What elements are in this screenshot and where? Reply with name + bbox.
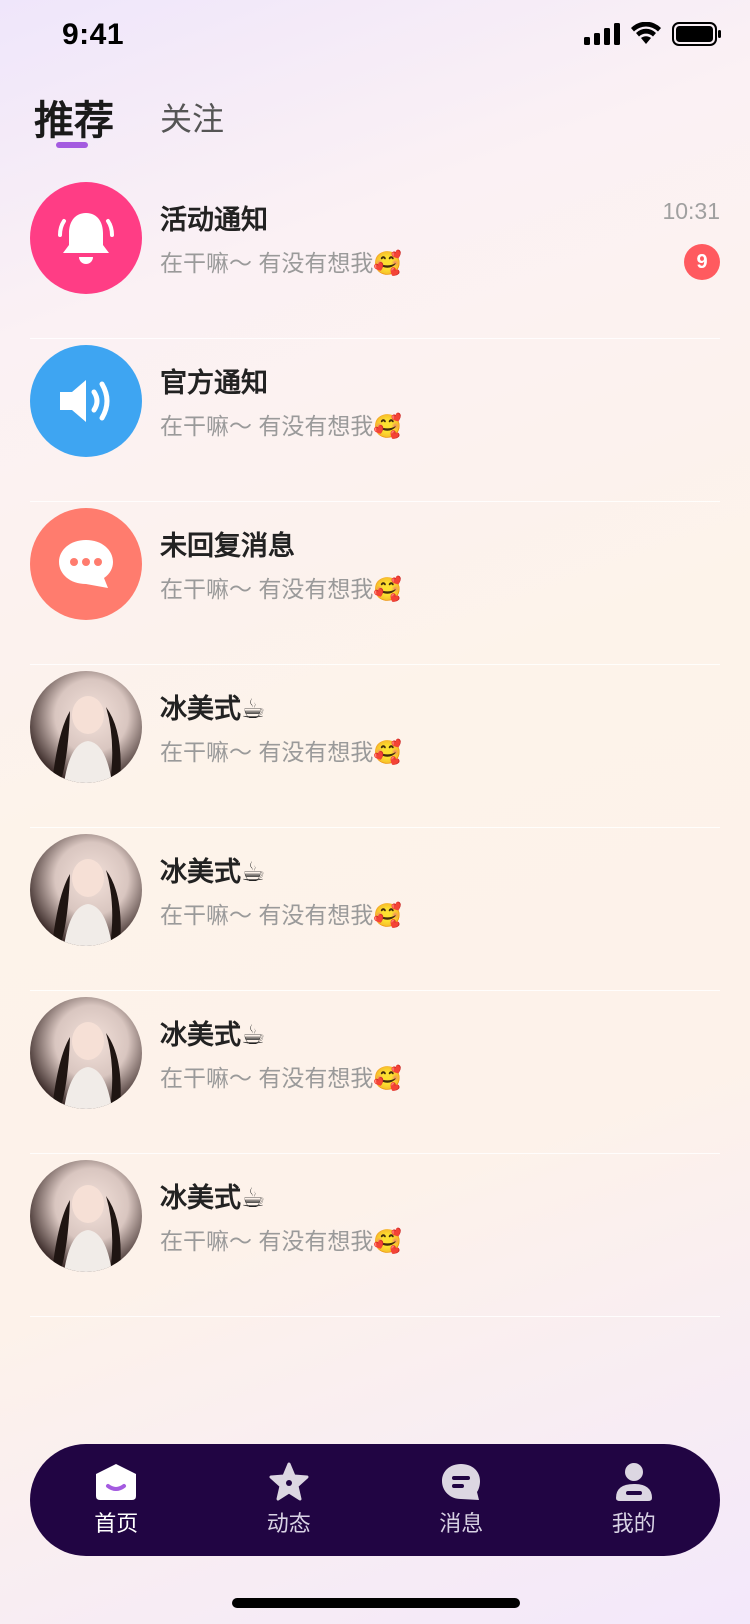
cellular-signal-icon [584,23,620,45]
list-item[interactable]: 活动通知 在干嘛～ 有没有想我🥰 10:31 9 [30,176,720,339]
nav-item-profile[interactable]: 我的 [574,1462,694,1538]
nav-item-moments[interactable]: 动态 [229,1462,349,1538]
message-icon [442,1464,481,1500]
conversation-preview: 在干嘛～ 有没有想我🥰 [160,576,403,602]
user-avatar [30,834,142,946]
conversation-preview: 在干嘛～ 有没有想我🥰 [160,1065,403,1091]
nav-item-messages[interactable]: 消息 [401,1462,521,1538]
conversation-title: 未回复消息 [160,531,295,561]
status-bar: 9:41 [0,0,750,80]
bell-icon [30,182,142,294]
nav-label: 消息 [439,1511,484,1536]
conversation-preview: 在干嘛～ 有没有想我🥰 [160,1228,403,1254]
conversation-preview: 在干嘛～ 有没有想我🥰 [160,250,403,276]
conversation-preview: 在干嘛～ 有没有想我🥰 [160,413,403,439]
chat-bubble-icon [30,508,142,620]
status-icons [584,22,722,46]
conversation-preview: 在干嘛～ 有没有想我🥰 [160,739,403,765]
nav-label: 动态 [266,1511,311,1536]
list-item[interactable]: 未回复消息 在干嘛～ 有没有想我🥰 [30,502,720,665]
status-time: 9:41 [62,18,125,51]
conversation-title: 冰美式☕ [160,857,266,887]
conversation-preview: 在干嘛～ 有没有想我🥰 [160,902,403,928]
list-item[interactable]: 官方通知 在干嘛～ 有没有想我🥰 [30,339,720,502]
tab-recommend[interactable]: 推荐 [34,88,114,146]
conversation-time: 10:31 [662,198,720,224]
nav-label: 首页 [94,1511,139,1536]
conversation-title: 冰美式☕ [160,1183,266,1213]
conversation-title: 冰美式☕ [160,694,266,724]
nav-label: 我的 [611,1511,656,1536]
conversation-list: 活动通知 在干嘛～ 有没有想我🥰 10:31 9 官方通知 在干嘛～ 有没有想我… [30,176,720,1317]
star-icon [269,1462,309,1501]
profile-icon [615,1463,652,1501]
conversation-title: 冰美式☕ [160,1020,266,1050]
list-item[interactable]: 冰美式☕ 在干嘛～ 有没有想我🥰 [30,828,720,991]
list-item[interactable]: 冰美式☕ 在干嘛～ 有没有想我🥰 [30,991,720,1154]
home-icon [96,1464,137,1500]
conversation-title: 活动通知 [160,205,268,235]
nav-item-home[interactable]: 首页 [56,1462,176,1538]
battery-icon [672,22,721,46]
home-indicator[interactable] [232,1598,520,1608]
tab-active-indicator [56,142,88,148]
list-item[interactable]: 冰美式☕ 在干嘛～ 有没有想我🥰 [30,1154,720,1317]
conversation-title: 官方通知 [160,368,268,398]
user-avatar [30,1160,142,1272]
user-avatar [30,997,142,1109]
wifi-icon [631,22,661,44]
list-item[interactable]: 冰美式☕ 在干嘛～ 有没有想我🥰 [30,665,720,828]
user-avatar [30,671,142,783]
speaker-icon [30,345,142,457]
tab-follow[interactable]: 关注 [160,94,224,140]
unread-badge: 9 [684,244,720,280]
bottom-nav: 首页 动态 消息 我的 [30,1444,720,1556]
